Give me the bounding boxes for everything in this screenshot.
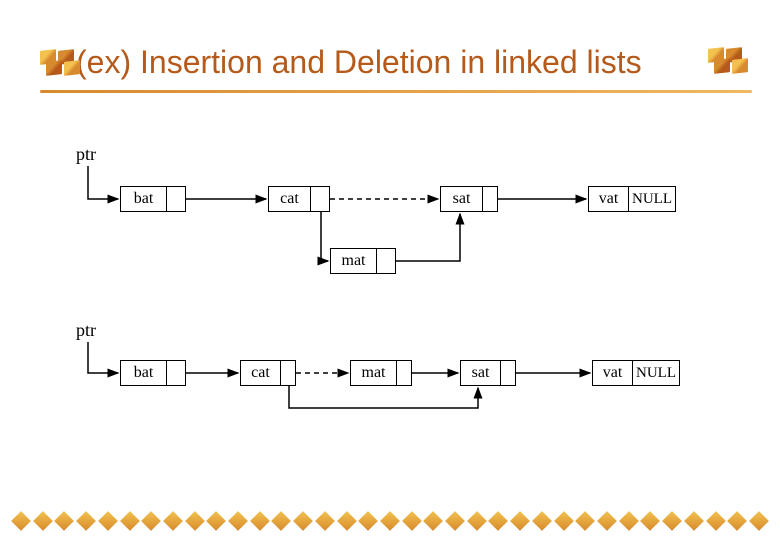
node-data: sat — [461, 361, 501, 385]
title-underline — [40, 90, 752, 93]
diagram-area: ptr bat cat sat vat NULL mat ptr bat cat — [0, 130, 780, 500]
node-data: cat — [269, 187, 311, 211]
title-bar: (ex) Insertion and Deletion in linked li… — [40, 44, 740, 81]
node-ptr — [167, 361, 185, 385]
cube-icon-right — [708, 48, 748, 73]
node-sat-2: sat — [460, 360, 516, 386]
node-vat-1: vat NULL — [588, 186, 676, 212]
slide: (ex) Insertion and Deletion in linked li… — [0, 0, 780, 540]
node-ptr — [377, 249, 395, 273]
node-ptr — [397, 361, 411, 385]
node-data: cat — [241, 361, 281, 385]
node-ptr — [167, 187, 185, 211]
ptr-label-1: ptr — [76, 144, 96, 165]
node-bat-2: bat — [120, 360, 186, 386]
node-bat-1: bat — [120, 186, 186, 212]
footer-decoration — [14, 514, 766, 534]
cube-icon-left — [40, 50, 80, 75]
node-mat-2: mat — [350, 360, 412, 386]
node-data: sat — [441, 187, 483, 211]
node-ptr — [501, 361, 515, 385]
node-data: vat — [589, 187, 629, 211]
node-cat-2: cat — [240, 360, 296, 386]
node-vat-2: vat NULL — [592, 360, 680, 386]
node-data: bat — [121, 187, 167, 211]
node-ptr — [311, 187, 329, 211]
node-ptr — [281, 361, 295, 385]
node-sat-1: sat — [440, 186, 498, 212]
node-cat-1: cat — [268, 186, 330, 212]
page-title: (ex) Insertion and Deletion in linked li… — [76, 44, 642, 81]
null-label: NULL — [629, 187, 676, 211]
node-data: mat — [351, 361, 397, 385]
node-data: bat — [121, 361, 167, 385]
ptr-label-2: ptr — [76, 320, 96, 341]
node-data: vat — [593, 361, 633, 385]
null-label: NULL — [633, 361, 680, 385]
node-data: mat — [331, 249, 377, 273]
node-ptr — [483, 187, 497, 211]
node-mat-insert: mat — [330, 248, 396, 274]
